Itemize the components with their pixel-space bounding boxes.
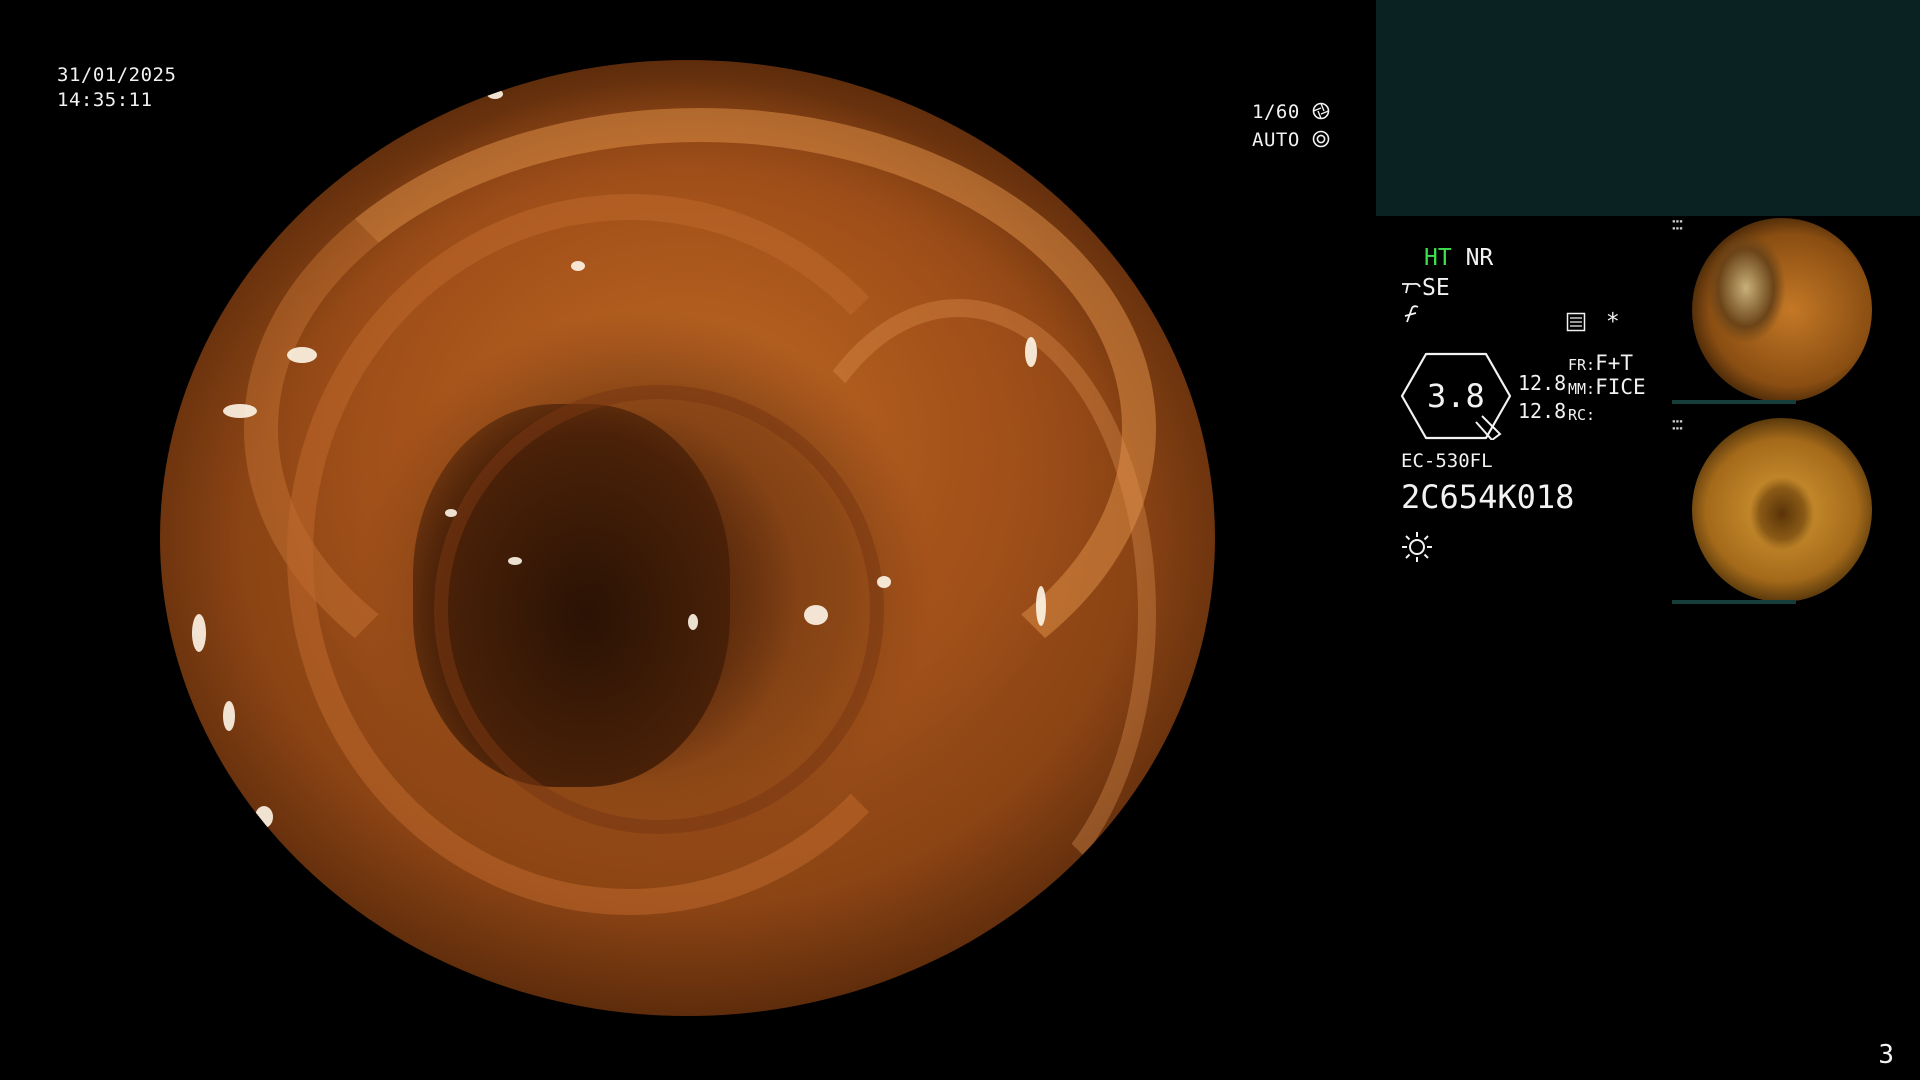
shutter-speed: 1/60	[1252, 101, 1330, 123]
light-reflection	[223, 700, 236, 731]
light-reflection	[254, 805, 273, 828]
thumbnail-caption: ▪▪▪ ▪▪▪	[1672, 418, 1683, 432]
scope-model: EC-530FL	[1401, 450, 1493, 472]
value-2: 12.8	[1518, 399, 1567, 423]
light-reflection	[191, 614, 206, 653]
thumbnail-image	[1692, 218, 1872, 402]
light-reflection	[803, 604, 828, 625]
thumbnail-bar	[1672, 400, 1796, 404]
light-reflection	[687, 614, 698, 631]
structure-enhancement: SE	[1400, 274, 1450, 302]
zoom-value: 3.8	[1427, 377, 1485, 415]
light-reflection	[487, 88, 504, 99]
page-number: 3	[1878, 1040, 1894, 1070]
thumbnail-1[interactable]: ▪▪▪ ▪▪▪	[1672, 216, 1878, 406]
endoscope-main-view	[160, 60, 1215, 1016]
freeze-icon	[1404, 305, 1419, 323]
processing-status: HT NR	[1424, 244, 1493, 272]
shutter-icon	[1312, 102, 1330, 120]
thumbnail-caption: ▪▪▪ ▪▪▪	[1672, 218, 1683, 232]
se-icon	[1402, 282, 1421, 294]
brightness-icon	[1402, 532, 1432, 562]
asterisk-indicator: *	[1605, 309, 1620, 335]
light-reflection	[254, 174, 277, 185]
light-status	[1400, 530, 1434, 571]
memory-status: *	[1566, 308, 1620, 336]
patient-info-box	[1376, 0, 1920, 216]
exposure-mode: AUTO	[1252, 129, 1330, 151]
mm-setting: MM:FICE	[1568, 375, 1646, 399]
thumbnail-2[interactable]: ▪▪▪ ▪▪▪	[1672, 416, 1878, 606]
thumbnail-bar	[1672, 600, 1796, 604]
iris-icon	[1312, 130, 1330, 148]
scope-serial: 2C654K018	[1401, 478, 1575, 516]
ht-indicator: HT	[1424, 245, 1452, 271]
thumbnail-image	[1692, 418, 1872, 602]
light-reflection	[1035, 585, 1046, 626]
nr-indicator: NR	[1465, 245, 1494, 271]
value-1: 12.8	[1518, 371, 1567, 395]
rc-setting: RC:	[1568, 406, 1596, 424]
freeze-status	[1402, 304, 1422, 333]
memory-icon	[1566, 312, 1586, 332]
light-reflection	[286, 346, 317, 363]
time-label: 14:35:11	[57, 89, 153, 111]
date-label: 31/01/2025	[57, 64, 177, 86]
